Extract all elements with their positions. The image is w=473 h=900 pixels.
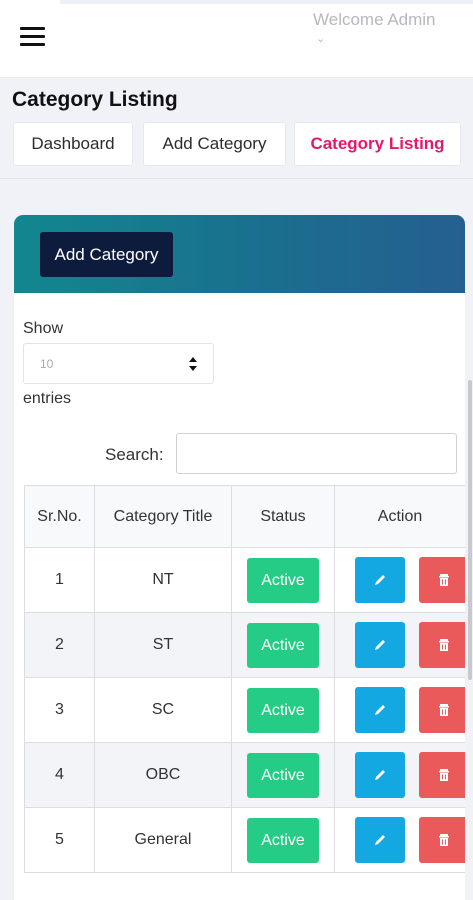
- table-header-row: Sr.No. Category Title Status Action: [24, 485, 465, 548]
- category-table: Sr.No. Category Title Status Action 1 NT…: [24, 485, 465, 873]
- cell-category-title: ST: [94, 612, 232, 678]
- cell-category-title: SC: [94, 677, 232, 743]
- cell-sr-no: 5: [24, 807, 95, 873]
- pencil-icon: [375, 770, 385, 780]
- table-row: 4 OBC Active: [24, 742, 465, 808]
- status-badge[interactable]: Active: [247, 752, 319, 798]
- column-header-action[interactable]: Action: [334, 485, 465, 548]
- pencil-icon: [375, 575, 385, 585]
- breadcrumb-add-category[interactable]: Add Category: [143, 122, 286, 166]
- hamburger-menu-icon[interactable]: [20, 27, 45, 47]
- chevron-down-icon[interactable]: ⌄: [316, 32, 325, 45]
- cell-action: [334, 612, 465, 678]
- card-header: Add Category: [14, 215, 465, 293]
- trash-icon: [439, 834, 449, 846]
- cell-category-title: OBC: [94, 742, 232, 808]
- cell-sr-no: 4: [24, 742, 95, 808]
- status-badge[interactable]: Active: [247, 687, 319, 733]
- edit-button[interactable]: [355, 817, 405, 863]
- pencil-icon: [375, 640, 385, 650]
- delete-button[interactable]: [419, 687, 465, 733]
- divider: [0, 178, 473, 179]
- trash-icon: [439, 639, 449, 651]
- pencil-icon: [375, 705, 385, 715]
- table-row: 3 SC Active: [24, 677, 465, 743]
- cell-sr-no: 3: [24, 677, 95, 743]
- cell-status: Active: [231, 677, 335, 743]
- entries-select-value: 10: [40, 356, 54, 371]
- sort-arrows-icon: [189, 357, 197, 371]
- column-header-sr-no[interactable]: Sr.No.: [24, 485, 95, 548]
- cell-action: [334, 677, 465, 743]
- edit-button[interactable]: [355, 687, 405, 733]
- breadcrumb-category-listing[interactable]: Category Listing: [294, 122, 461, 166]
- cell-status: Active: [231, 547, 335, 613]
- cell-action: [334, 547, 465, 613]
- page-scrollbar[interactable]: [468, 380, 472, 680]
- table-row: 1 NT Active: [24, 547, 465, 613]
- category-listing-card: Add Category Show 10 entries Search: Sr.…: [14, 215, 465, 900]
- topbar-accent-strip: [60, 0, 473, 4]
- cell-sr-no: 1: [24, 547, 95, 613]
- add-category-button[interactable]: Add Category: [40, 232, 173, 277]
- delete-button[interactable]: [419, 622, 465, 668]
- entries-label: entries: [23, 390, 72, 407]
- status-badge[interactable]: Active: [247, 557, 319, 603]
- cell-status: Active: [231, 742, 335, 808]
- trash-icon: [439, 769, 449, 781]
- cell-status: Active: [231, 612, 335, 678]
- column-header-status[interactable]: Status: [231, 485, 335, 548]
- column-header-category-title[interactable]: Category Title: [94, 485, 232, 548]
- show-entries-label: Show: [23, 320, 64, 337]
- table-row: 5 General Active: [24, 807, 465, 873]
- table-row: 2 ST Active: [24, 612, 465, 678]
- edit-button[interactable]: [355, 622, 405, 668]
- welcome-user-dropdown[interactable]: Welcome Admin: [313, 10, 436, 30]
- cell-action: [334, 807, 465, 873]
- cell-action: [334, 742, 465, 808]
- edit-button[interactable]: [355, 557, 405, 603]
- page-title: Category Listing: [12, 88, 178, 111]
- trash-icon: [439, 704, 449, 716]
- cell-category-title: General: [94, 807, 232, 873]
- cell-sr-no: 2: [24, 612, 95, 678]
- status-badge[interactable]: Active: [247, 622, 319, 668]
- delete-button[interactable]: [419, 752, 465, 798]
- search-input[interactable]: [176, 433, 457, 474]
- delete-button[interactable]: [419, 817, 465, 863]
- trash-icon: [439, 574, 449, 586]
- entries-per-page-select[interactable]: 10: [23, 343, 214, 384]
- pencil-icon: [375, 835, 385, 845]
- search-label: Search:: [105, 445, 164, 464]
- edit-button[interactable]: [355, 752, 405, 798]
- cell-status: Active: [231, 807, 335, 873]
- delete-button[interactable]: [419, 557, 465, 603]
- top-navbar: Welcome Admin ⌄: [0, 0, 473, 78]
- status-badge[interactable]: Active: [247, 817, 319, 863]
- cell-category-title: NT: [94, 547, 232, 613]
- breadcrumb-dashboard[interactable]: Dashboard: [13, 122, 133, 166]
